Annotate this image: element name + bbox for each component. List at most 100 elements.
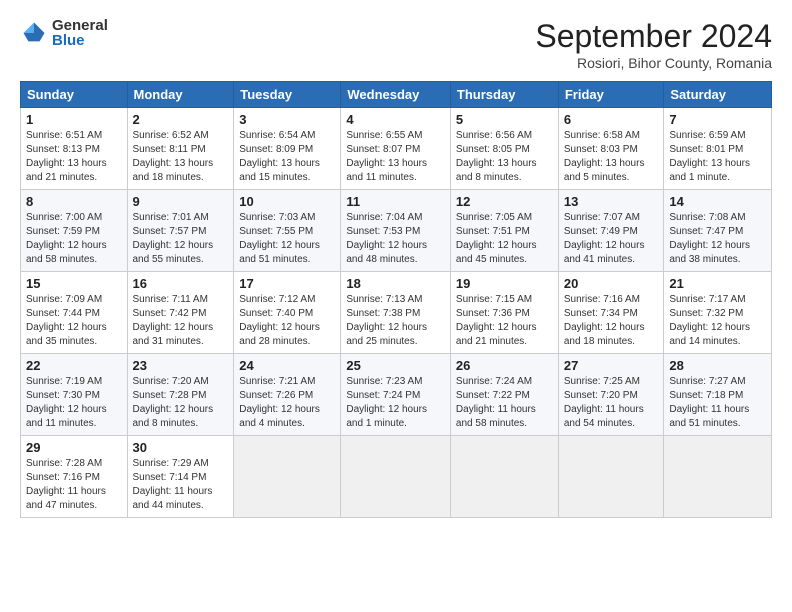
logo-icon xyxy=(20,19,48,47)
day-number: 15 xyxy=(26,276,122,291)
location-subtitle: Rosiori, Bihor County, Romania xyxy=(535,55,772,71)
day-cell-16: 16 Sunrise: 7:11 AMSunset: 7:42 PMDaylig… xyxy=(127,272,234,354)
day-cell-26: 26 Sunrise: 7:24 AMSunset: 7:22 PMDaylig… xyxy=(450,354,558,436)
day-cell-18: 18 Sunrise: 7:13 AMSunset: 7:38 PMDaylig… xyxy=(341,272,451,354)
day-info: Sunrise: 7:04 AMSunset: 7:53 PMDaylight:… xyxy=(346,212,427,265)
calendar-row-3: 15 Sunrise: 7:09 AMSunset: 7:44 PMDaylig… xyxy=(21,272,772,354)
day-cell-21: 21 Sunrise: 7:17 AMSunset: 7:32 PMDaylig… xyxy=(664,272,772,354)
header-row: Sunday Monday Tuesday Wednesday Thursday… xyxy=(21,82,772,108)
day-info: Sunrise: 7:27 AMSunset: 7:18 PMDaylight:… xyxy=(669,376,749,429)
day-cell-25: 25 Sunrise: 7:23 AMSunset: 7:24 PMDaylig… xyxy=(341,354,451,436)
day-cell-20: 20 Sunrise: 7:16 AMSunset: 7:34 PMDaylig… xyxy=(558,272,664,354)
col-saturday: Saturday xyxy=(664,82,772,108)
day-cell-29: 29 Sunrise: 7:28 AMSunset: 7:16 PMDaylig… xyxy=(21,436,128,518)
day-info: Sunrise: 7:01 AMSunset: 7:57 PMDaylight:… xyxy=(133,212,214,265)
day-number: 11 xyxy=(346,194,445,209)
day-cell-6: 6 Sunrise: 6:58 AMSunset: 8:03 PMDayligh… xyxy=(558,108,664,190)
day-cell-24: 24 Sunrise: 7:21 AMSunset: 7:26 PMDaylig… xyxy=(234,354,341,436)
day-info: Sunrise: 7:16 AMSunset: 7:34 PMDaylight:… xyxy=(564,294,645,347)
day-info: Sunrise: 7:20 AMSunset: 7:28 PMDaylight:… xyxy=(133,376,214,429)
logo-general-text: General xyxy=(52,18,108,33)
day-number: 24 xyxy=(239,358,335,373)
day-number: 26 xyxy=(456,358,553,373)
day-info: Sunrise: 7:28 AMSunset: 7:16 PMDaylight:… xyxy=(26,458,106,511)
day-number: 18 xyxy=(346,276,445,291)
day-info: Sunrise: 7:03 AMSunset: 7:55 PMDaylight:… xyxy=(239,212,320,265)
day-number: 1 xyxy=(26,112,122,127)
day-cell-28: 28 Sunrise: 7:27 AMSunset: 7:18 PMDaylig… xyxy=(664,354,772,436)
day-number: 28 xyxy=(669,358,766,373)
month-title: September 2024 xyxy=(535,18,772,55)
day-cell-23: 23 Sunrise: 7:20 AMSunset: 7:28 PMDaylig… xyxy=(127,354,234,436)
day-info: Sunrise: 7:29 AMSunset: 7:14 PMDaylight:… xyxy=(133,458,213,511)
col-monday: Monday xyxy=(127,82,234,108)
day-cell-5: 5 Sunrise: 6:56 AMSunset: 8:05 PMDayligh… xyxy=(450,108,558,190)
day-info: Sunrise: 6:52 AMSunset: 8:11 PMDaylight:… xyxy=(133,130,214,183)
day-number: 20 xyxy=(564,276,659,291)
calendar-table: Sunday Monday Tuesday Wednesday Thursday… xyxy=(20,81,772,518)
empty-cell xyxy=(664,436,772,518)
day-number: 25 xyxy=(346,358,445,373)
day-cell-27: 27 Sunrise: 7:25 AMSunset: 7:20 PMDaylig… xyxy=(558,354,664,436)
day-cell-19: 19 Sunrise: 7:15 AMSunset: 7:36 PMDaylig… xyxy=(450,272,558,354)
day-number: 14 xyxy=(669,194,766,209)
day-info: Sunrise: 7:05 AMSunset: 7:51 PMDaylight:… xyxy=(456,212,537,265)
day-info: Sunrise: 7:24 AMSunset: 7:22 PMDaylight:… xyxy=(456,376,536,429)
empty-cell xyxy=(558,436,664,518)
day-info: Sunrise: 7:25 AMSunset: 7:20 PMDaylight:… xyxy=(564,376,644,429)
day-cell-7: 7 Sunrise: 6:59 AMSunset: 8:01 PMDayligh… xyxy=(664,108,772,190)
day-number: 17 xyxy=(239,276,335,291)
calendar-row-4: 22 Sunrise: 7:19 AMSunset: 7:30 PMDaylig… xyxy=(21,354,772,436)
day-number: 22 xyxy=(26,358,122,373)
day-info: Sunrise: 7:11 AMSunset: 7:42 PMDaylight:… xyxy=(133,294,214,347)
day-info: Sunrise: 7:12 AMSunset: 7:40 PMDaylight:… xyxy=(239,294,320,347)
col-wednesday: Wednesday xyxy=(341,82,451,108)
day-number: 27 xyxy=(564,358,659,373)
day-number: 30 xyxy=(133,440,229,455)
logo: General Blue xyxy=(20,18,108,48)
day-info: Sunrise: 6:51 AMSunset: 8:13 PMDaylight:… xyxy=(26,130,107,183)
day-number: 23 xyxy=(133,358,229,373)
calendar-row-1: 1 Sunrise: 6:51 AMSunset: 8:13 PMDayligh… xyxy=(21,108,772,190)
day-cell-30: 30 Sunrise: 7:29 AMSunset: 7:14 PMDaylig… xyxy=(127,436,234,518)
day-info: Sunrise: 7:08 AMSunset: 7:47 PMDaylight:… xyxy=(669,212,750,265)
day-info: Sunrise: 7:19 AMSunset: 7:30 PMDaylight:… xyxy=(26,376,107,429)
day-number: 21 xyxy=(669,276,766,291)
day-number: 13 xyxy=(564,194,659,209)
day-cell-12: 12 Sunrise: 7:05 AMSunset: 7:51 PMDaylig… xyxy=(450,190,558,272)
day-info: Sunrise: 6:55 AMSunset: 8:07 PMDaylight:… xyxy=(346,130,427,183)
day-number: 16 xyxy=(133,276,229,291)
day-cell-2: 2 Sunrise: 6:52 AMSunset: 8:11 PMDayligh… xyxy=(127,108,234,190)
page: General Blue September 2024 Rosiori, Bih… xyxy=(0,0,792,612)
day-cell-9: 9 Sunrise: 7:01 AMSunset: 7:57 PMDayligh… xyxy=(127,190,234,272)
empty-cell xyxy=(450,436,558,518)
day-info: Sunrise: 7:00 AMSunset: 7:59 PMDaylight:… xyxy=(26,212,107,265)
day-number: 2 xyxy=(133,112,229,127)
day-number: 9 xyxy=(133,194,229,209)
day-number: 5 xyxy=(456,112,553,127)
col-tuesday: Tuesday xyxy=(234,82,341,108)
day-cell-15: 15 Sunrise: 7:09 AMSunset: 7:44 PMDaylig… xyxy=(21,272,128,354)
logo-text: General Blue xyxy=(52,18,108,48)
day-info: Sunrise: 6:56 AMSunset: 8:05 PMDaylight:… xyxy=(456,130,537,183)
day-cell-8: 8 Sunrise: 7:00 AMSunset: 7:59 PMDayligh… xyxy=(21,190,128,272)
day-cell-17: 17 Sunrise: 7:12 AMSunset: 7:40 PMDaylig… xyxy=(234,272,341,354)
day-number: 8 xyxy=(26,194,122,209)
day-number: 6 xyxy=(564,112,659,127)
day-info: Sunrise: 6:59 AMSunset: 8:01 PMDaylight:… xyxy=(669,130,750,183)
day-info: Sunrise: 6:54 AMSunset: 8:09 PMDaylight:… xyxy=(239,130,320,183)
day-number: 19 xyxy=(456,276,553,291)
day-info: Sunrise: 6:58 AMSunset: 8:03 PMDaylight:… xyxy=(564,130,645,183)
day-number: 29 xyxy=(26,440,122,455)
day-number: 7 xyxy=(669,112,766,127)
day-info: Sunrise: 7:09 AMSunset: 7:44 PMDaylight:… xyxy=(26,294,107,347)
day-cell-13: 13 Sunrise: 7:07 AMSunset: 7:49 PMDaylig… xyxy=(558,190,664,272)
title-area: September 2024 Rosiori, Bihor County, Ro… xyxy=(535,18,772,71)
day-info: Sunrise: 7:15 AMSunset: 7:36 PMDaylight:… xyxy=(456,294,537,347)
day-info: Sunrise: 7:17 AMSunset: 7:32 PMDaylight:… xyxy=(669,294,750,347)
col-sunday: Sunday xyxy=(21,82,128,108)
empty-cell xyxy=(234,436,341,518)
col-thursday: Thursday xyxy=(450,82,558,108)
day-info: Sunrise: 7:07 AMSunset: 7:49 PMDaylight:… xyxy=(564,212,645,265)
calendar-row-2: 8 Sunrise: 7:00 AMSunset: 7:59 PMDayligh… xyxy=(21,190,772,272)
